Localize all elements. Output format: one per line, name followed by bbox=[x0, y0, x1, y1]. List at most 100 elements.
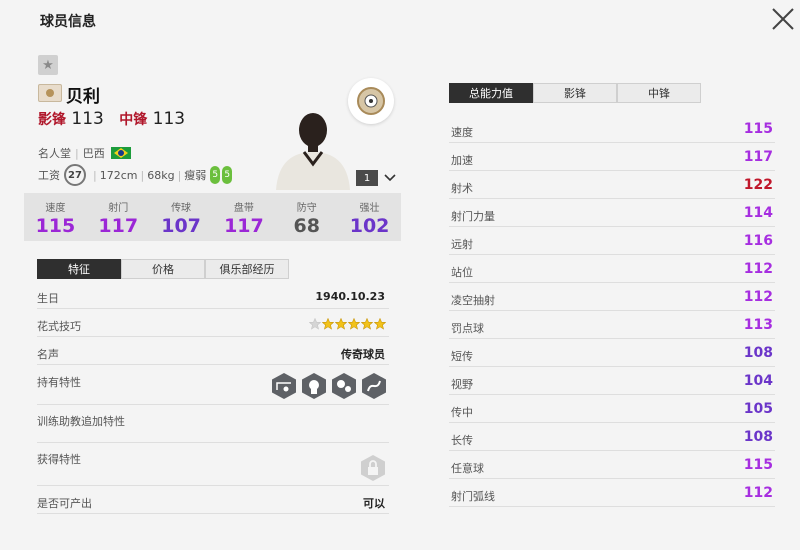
star-empty-icon bbox=[309, 318, 321, 330]
summary-stat: 速度 115 bbox=[24, 193, 87, 241]
attribute-value: 114 bbox=[743, 205, 773, 221]
attribute-value: 122 bbox=[743, 177, 773, 193]
attribute-value: 105 bbox=[743, 401, 773, 417]
icon-club-badge bbox=[348, 78, 394, 124]
summary-stat-value: 115 bbox=[35, 215, 76, 237]
list-item: 短传 108 bbox=[449, 339, 775, 367]
medal-icon bbox=[46, 89, 54, 97]
star-icon: ★ bbox=[42, 57, 54, 73]
star-filled-icon bbox=[335, 318, 347, 330]
trait-flair-icon[interactable] bbox=[301, 372, 327, 400]
attribute-list: 速度 115 加速 117 射术 122 射门力量 114 远射 116 站位 112 凌空抽射 112 罚… bbox=[449, 115, 775, 507]
summary-stat: 射门 117 bbox=[87, 193, 150, 241]
star-filled-icon bbox=[374, 318, 386, 330]
tab-overall[interactable]: 总能力值 bbox=[449, 83, 533, 103]
attribute-label: 加速 bbox=[451, 154, 473, 167]
skill-moves-label: 花式技巧 bbox=[37, 320, 81, 333]
foot-rating: 5 5 bbox=[210, 166, 234, 184]
summary-stat: 盘带 117 bbox=[212, 193, 275, 241]
window-title: 球员信息 bbox=[40, 14, 96, 30]
summary-stats: 速度 115 射门 117 传球 107 盘带 117 防守 68 强壮 102 bbox=[24, 193, 401, 241]
tab-club-history[interactable]: 俱乐部经历 bbox=[205, 259, 289, 279]
list-item: 站位 112 bbox=[449, 255, 775, 283]
attribute-value: 115 bbox=[743, 457, 773, 473]
reputation-label: 名声 bbox=[37, 348, 59, 361]
summary-stat-label: 速度 bbox=[45, 203, 66, 214]
attribute-value: 112 bbox=[743, 261, 773, 277]
tab-price[interactable]: 价格 bbox=[121, 259, 205, 279]
attribute-label: 视野 bbox=[451, 378, 473, 391]
summary-stat-value: 117 bbox=[98, 215, 139, 237]
trait-finesse-shot-icon[interactable] bbox=[271, 372, 297, 400]
list-item: 获得特性 bbox=[37, 443, 389, 486]
list-item: 加速 117 bbox=[449, 143, 775, 171]
attribute-label: 传中 bbox=[451, 406, 473, 419]
list-item: 速度 115 bbox=[449, 115, 775, 143]
trait-power-header-icon[interactable] bbox=[331, 372, 357, 400]
attribute-label: 长传 bbox=[451, 434, 473, 447]
lock-icon bbox=[361, 455, 385, 481]
tab-st[interactable]: 中锋 bbox=[617, 83, 701, 103]
list-item: 训练助教追加特性 bbox=[37, 405, 389, 443]
attribute-value: 113 bbox=[743, 317, 773, 333]
attribute-label: 速度 bbox=[451, 126, 473, 139]
attribute-label: 站位 bbox=[451, 266, 473, 279]
list-item: 是否可产出 可以 bbox=[37, 486, 389, 514]
summary-stat-value: 68 bbox=[293, 215, 320, 237]
season-icon-badge bbox=[38, 84, 62, 102]
attribute-label: 罚点球 bbox=[451, 322, 484, 335]
birthday-label: 生日 bbox=[37, 292, 59, 305]
attribute-value: 117 bbox=[743, 149, 773, 165]
right-foot-icon: 5 bbox=[222, 166, 233, 184]
summary-stat-value: 102 bbox=[349, 215, 390, 237]
skill-stars bbox=[308, 318, 386, 330]
attribute-value: 112 bbox=[743, 289, 773, 305]
list-item: 持有特性 bbox=[37, 365, 389, 405]
list-item: 射门弧线 112 bbox=[449, 479, 775, 507]
produce-label: 是否可产出 bbox=[37, 497, 92, 510]
tab-features[interactable]: 特征 bbox=[37, 259, 121, 279]
summary-stat: 防守 68 bbox=[275, 193, 338, 241]
attribute-label: 远射 bbox=[451, 238, 473, 251]
star-filled-icon bbox=[322, 318, 334, 330]
reputation-value: 传奇球员 bbox=[341, 348, 385, 361]
list-item: 传中 105 bbox=[449, 395, 775, 423]
attribute-value: 115 bbox=[743, 121, 773, 137]
enhance-level[interactable]: 1 bbox=[356, 170, 378, 186]
summary-stat: 传球 107 bbox=[150, 193, 213, 241]
player-physical-info: 工资 27 | 172cm | 68kg | 瘦弱 5 5 bbox=[38, 164, 234, 186]
list-item: 长传 108 bbox=[449, 423, 775, 451]
traits-label: 持有特性 bbox=[37, 376, 81, 389]
chevron-down-icon[interactable] bbox=[383, 171, 397, 185]
summary-stat-label: 强壮 bbox=[359, 203, 380, 214]
list-item: 花式技巧 bbox=[37, 309, 389, 337]
obtain-traits-label: 获得特性 bbox=[37, 453, 81, 466]
list-item: 凌空抽射 112 bbox=[449, 283, 775, 311]
position-rating: 113 bbox=[71, 109, 104, 129]
attribute-value: 108 bbox=[743, 345, 773, 361]
favorite-star-button[interactable]: ★ bbox=[38, 55, 58, 75]
attribute-label: 凌空抽射 bbox=[451, 294, 495, 307]
attribute-tabs: 总能力值 影锋 中锋 bbox=[449, 83, 701, 103]
tab-cf[interactable]: 影锋 bbox=[533, 83, 617, 103]
list-item: 视野 104 bbox=[449, 367, 775, 395]
attribute-label: 射术 bbox=[451, 182, 473, 195]
wage-badge: 27 bbox=[64, 164, 86, 186]
summary-stat-label: 射门 bbox=[108, 203, 129, 214]
close-icon[interactable] bbox=[770, 6, 796, 32]
list-item: 名声 传奇球员 bbox=[37, 337, 389, 365]
position-label: 中锋 bbox=[119, 112, 148, 128]
attribute-label: 短传 bbox=[451, 350, 473, 363]
summary-stat-label: 盘带 bbox=[233, 203, 254, 214]
summary-stat-value: 107 bbox=[161, 215, 201, 237]
summary-stat: 强壮 102 bbox=[338, 193, 401, 241]
position-rating: 113 bbox=[152, 109, 186, 129]
summary-stat-value: 117 bbox=[224, 215, 264, 237]
country-label: 巴西 bbox=[82, 147, 105, 160]
weight-value: 68kg bbox=[147, 168, 175, 182]
player-portrait bbox=[276, 113, 350, 190]
trait-skill-dribble-icon[interactable] bbox=[361, 372, 387, 400]
attribute-label: 射门力量 bbox=[451, 210, 495, 223]
list-item: 生日 1940.10.23 bbox=[37, 281, 389, 309]
player-name: 贝利 bbox=[66, 87, 100, 107]
